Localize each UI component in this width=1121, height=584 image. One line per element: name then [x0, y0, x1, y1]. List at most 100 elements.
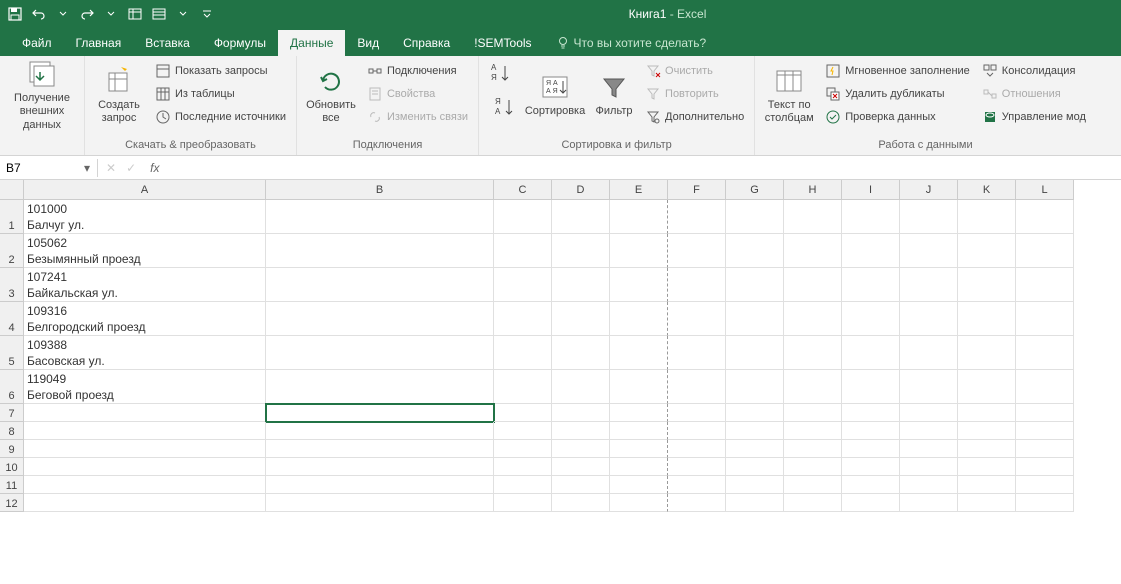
- cell[interactable]: [494, 302, 552, 336]
- col-header-G[interactable]: G: [726, 180, 784, 200]
- cell[interactable]: [900, 234, 958, 268]
- cell[interactable]: [842, 458, 900, 476]
- name-box-dropdown-icon[interactable]: ▾: [78, 161, 96, 175]
- cell[interactable]: [266, 336, 494, 370]
- cell[interactable]: [900, 302, 958, 336]
- cell[interactable]: [668, 404, 726, 422]
- row-header-7[interactable]: 7: [0, 404, 24, 422]
- row-header-9[interactable]: 9: [0, 440, 24, 458]
- cell[interactable]: [494, 404, 552, 422]
- cell[interactable]: [1016, 494, 1074, 512]
- cell[interactable]: [958, 336, 1016, 370]
- cell[interactable]: [726, 476, 784, 494]
- cell[interactable]: [610, 458, 668, 476]
- cell[interactable]: [266, 422, 494, 440]
- cell[interactable]: [494, 370, 552, 404]
- tab-insert[interactable]: Вставка: [133, 30, 202, 56]
- col-header-I[interactable]: I: [842, 180, 900, 200]
- cell[interactable]: [552, 200, 610, 234]
- row-header-5[interactable]: 5: [0, 336, 24, 370]
- col-header-D[interactable]: D: [552, 180, 610, 200]
- cell[interactable]: [958, 302, 1016, 336]
- cell[interactable]: [784, 494, 842, 512]
- row-header-3[interactable]: 3: [0, 268, 24, 302]
- cell[interactable]: [726, 458, 784, 476]
- row-header-4[interactable]: 4: [0, 302, 24, 336]
- get-external-data-button[interactable]: Получение внешних данных: [6, 60, 78, 130]
- cell[interactable]: [24, 422, 266, 440]
- cell[interactable]: [668, 268, 726, 302]
- cell[interactable]: [668, 336, 726, 370]
- col-header-F[interactable]: F: [668, 180, 726, 200]
- row-header-11[interactable]: 11: [0, 476, 24, 494]
- cell[interactable]: [610, 234, 668, 268]
- cell[interactable]: [900, 404, 958, 422]
- cell[interactable]: [266, 404, 494, 422]
- cancel-formula-icon[interactable]: ✕: [106, 161, 116, 175]
- cell[interactable]: [958, 458, 1016, 476]
- cell[interactable]: [552, 234, 610, 268]
- tab-home[interactable]: Главная: [64, 30, 134, 56]
- cell[interactable]: [726, 336, 784, 370]
- cell[interactable]: [842, 268, 900, 302]
- cell[interactable]: [958, 200, 1016, 234]
- cell[interactable]: [1016, 440, 1074, 458]
- cell[interactable]: [552, 302, 610, 336]
- cell[interactable]: [610, 494, 668, 512]
- cell[interactable]: [784, 268, 842, 302]
- cell[interactable]: [784, 476, 842, 494]
- data-validation-button[interactable]: Проверка данных: [821, 106, 974, 128]
- cell[interactable]: [552, 404, 610, 422]
- cell[interactable]: 101000Балчуг ул.: [24, 200, 266, 234]
- cell[interactable]: 109388Басовская ул.: [24, 336, 266, 370]
- cell[interactable]: [958, 494, 1016, 512]
- cell[interactable]: [784, 458, 842, 476]
- tab-view[interactable]: Вид: [345, 30, 391, 56]
- cell[interactable]: [494, 200, 552, 234]
- cell[interactable]: [900, 458, 958, 476]
- fx-icon[interactable]: fx: [146, 161, 163, 175]
- cell[interactable]: [668, 200, 726, 234]
- cell[interactable]: 105062Безымянный проезд: [24, 234, 266, 268]
- cell[interactable]: [1016, 268, 1074, 302]
- undo-icon[interactable]: [28, 3, 50, 25]
- cell[interactable]: [842, 440, 900, 458]
- qat-custom2-icon[interactable]: [148, 3, 170, 25]
- cell[interactable]: [726, 404, 784, 422]
- cell[interactable]: [24, 458, 266, 476]
- cell[interactable]: [784, 302, 842, 336]
- cell[interactable]: [1016, 200, 1074, 234]
- cell[interactable]: [726, 440, 784, 458]
- cell[interactable]: [266, 440, 494, 458]
- row-header-1[interactable]: 1: [0, 200, 24, 234]
- cell[interactable]: [552, 440, 610, 458]
- cell[interactable]: [494, 458, 552, 476]
- row-header-12[interactable]: 12: [0, 494, 24, 512]
- cell[interactable]: [900, 422, 958, 440]
- col-header-H[interactable]: H: [784, 180, 842, 200]
- qat-custom1-icon[interactable]: [124, 3, 146, 25]
- qat-customize-icon[interactable]: [196, 3, 218, 25]
- cell[interactable]: [1016, 404, 1074, 422]
- cell[interactable]: [1016, 476, 1074, 494]
- cell[interactable]: [900, 440, 958, 458]
- cell[interactable]: [1016, 302, 1074, 336]
- cell[interactable]: [610, 404, 668, 422]
- cell[interactable]: [726, 370, 784, 404]
- cell[interactable]: [668, 476, 726, 494]
- cell[interactable]: [1016, 458, 1074, 476]
- row-header-10[interactable]: 10: [0, 458, 24, 476]
- cell[interactable]: [266, 494, 494, 512]
- cell[interactable]: [24, 476, 266, 494]
- col-header-E[interactable]: E: [610, 180, 668, 200]
- cell[interactable]: [726, 302, 784, 336]
- cell[interactable]: [958, 476, 1016, 494]
- cell[interactable]: [610, 268, 668, 302]
- row-header-6[interactable]: 6: [0, 370, 24, 404]
- cell[interactable]: [1016, 336, 1074, 370]
- qat-more-dropdown-icon[interactable]: [172, 3, 194, 25]
- cell[interactable]: [1016, 370, 1074, 404]
- cell[interactable]: [24, 494, 266, 512]
- cell[interactable]: [494, 234, 552, 268]
- cell[interactable]: [784, 336, 842, 370]
